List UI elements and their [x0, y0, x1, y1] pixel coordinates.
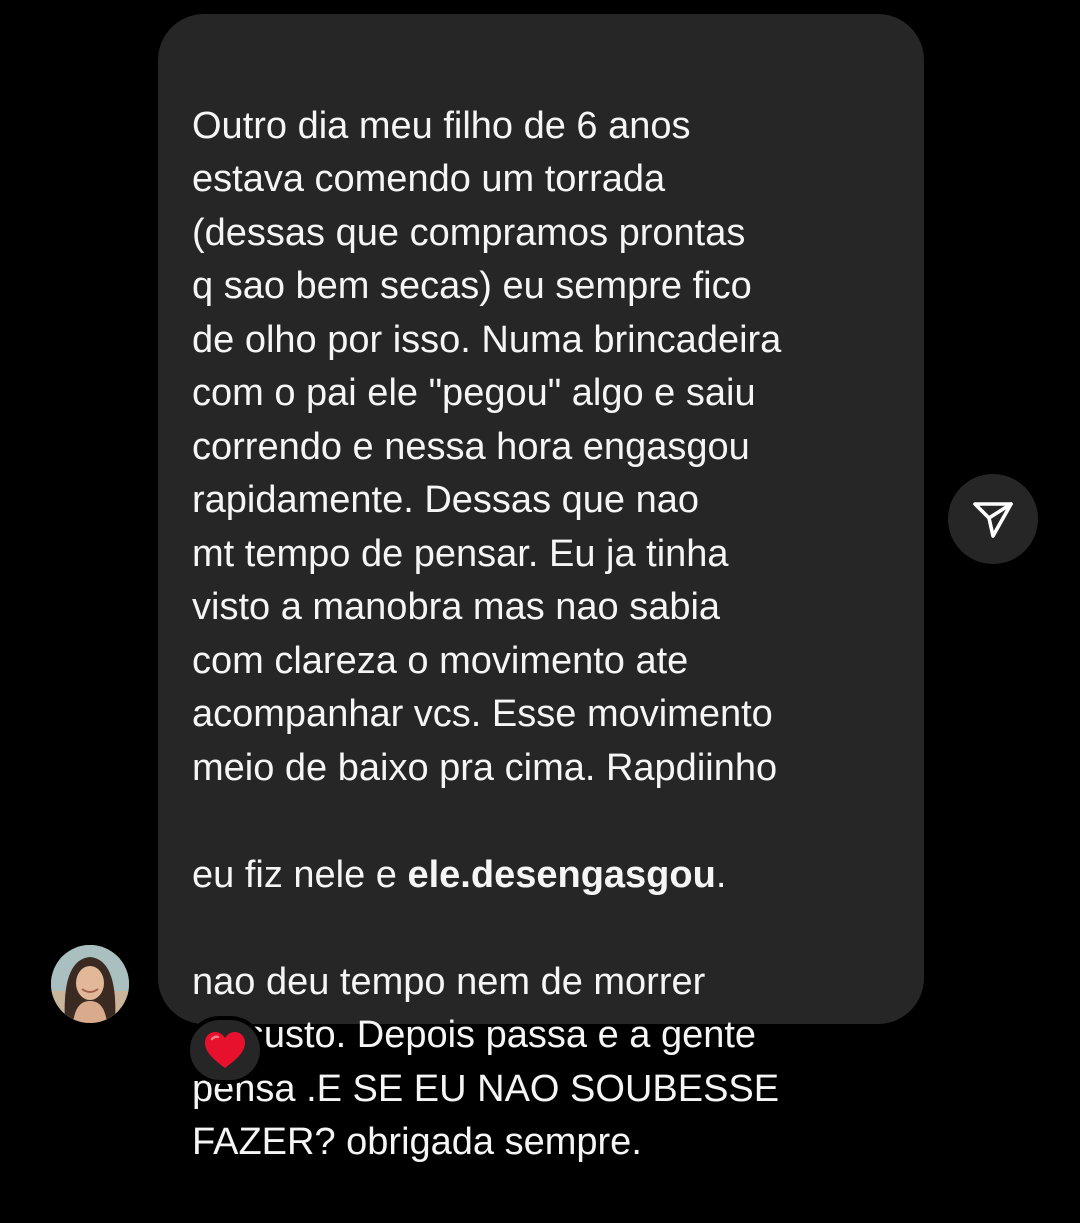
- message-line: com o pai ele "pegou" algo e saiu: [192, 372, 756, 414]
- paper-plane-icon: [973, 502, 1013, 538]
- message-lines-before: Outro dia meu filho de 6 anos estava come…: [192, 100, 924, 796]
- message-line: pensa .E SE EU NAO SOUBESSE: [192, 1067, 780, 1110]
- avatar-photo-icon: [51, 945, 129, 1023]
- message-line: com clareza o movimento ate: [192, 639, 689, 682]
- sender-avatar[interactable]: [51, 945, 129, 1023]
- message-bold-line: eu fiz nele e ele.desengasgou.: [192, 849, 924, 903]
- message-line: meio de baixo pra cima. Rapdiinho: [192, 746, 778, 789]
- message-line: mt tempo de pensar. Eu ja tinha: [192, 532, 729, 575]
- message-line: q sao bem secas) eu sempre fico: [192, 265, 752, 307]
- share-button[interactable]: [948, 474, 1038, 564]
- heart-reaction[interactable]: [186, 1016, 264, 1084]
- message-line: nao deu tempo nem de morrer: [192, 960, 706, 1003]
- message-line: Outro dia meu filho de 6 anos: [192, 104, 691, 147]
- red-heart-icon: [205, 1032, 245, 1068]
- bold-mention: ele.desengasgou: [407, 853, 716, 896]
- bold-line-suffix: .: [715, 853, 727, 896]
- bold-line-prefix: eu fiz nele e: [192, 853, 408, 896]
- message-lines-after: nao deu tempo nem de morrer de susto. Dep…: [192, 956, 924, 1170]
- message-line: estava comendo um torrada: [192, 158, 666, 200]
- message-text: Outro dia meu filho de 6 anos estava come…: [192, 46, 924, 1223]
- message-line: de olho por isso. Numa brincadeira: [192, 318, 782, 361]
- message-line: de susto. Depois passa e a gente: [192, 1014, 757, 1056]
- message-line: rapidamente. Dessas que nao: [192, 479, 699, 521]
- message-line: (dessas que compramos prontas: [192, 211, 746, 254]
- message-line: correndo e nessa hora engasgou: [192, 425, 750, 468]
- message-bubble[interactable]: Outro dia meu filho de 6 anos estava come…: [158, 14, 924, 1163]
- message-line: FAZER? obrigada sempre.: [192, 1121, 642, 1163]
- message-line: acompanhar vcs. Esse movimento: [192, 693, 773, 735]
- message-line: visto a manobra mas nao sabia: [192, 586, 721, 628]
